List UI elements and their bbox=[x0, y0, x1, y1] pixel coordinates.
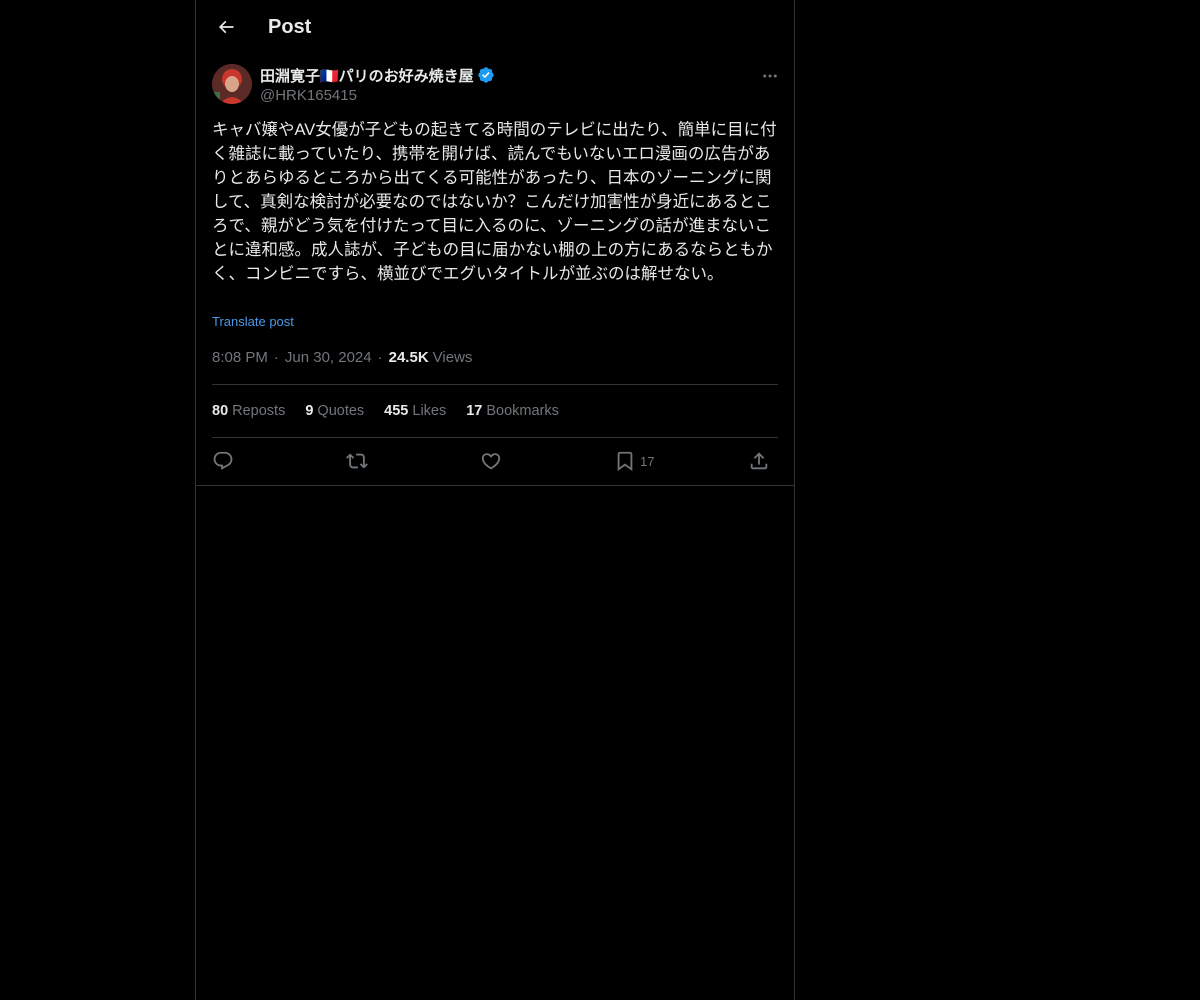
bookmarks-stat[interactable]: 17 Bookmarks bbox=[466, 401, 559, 421]
share-icon bbox=[748, 450, 770, 472]
verified-badge-icon[interactable] bbox=[477, 66, 495, 84]
action-bar: 17 bbox=[212, 446, 782, 476]
likes-stat[interactable]: 455 Likes bbox=[384, 401, 446, 421]
more-options-button[interactable] bbox=[756, 62, 784, 90]
author-handle[interactable]: @HRK165415 bbox=[260, 86, 495, 106]
post-text: キャバ嬢やAV女優が子どもの起きてる時間のテレビに出たり、簡単に目に付く雑誌に載… bbox=[212, 121, 777, 283]
views-label: Views bbox=[432, 349, 473, 366]
post-bottom-border bbox=[196, 485, 794, 486]
post-date[interactable]: Jun 30, 2024 bbox=[285, 348, 372, 368]
reposts-stat[interactable]: 80 Reposts bbox=[212, 401, 285, 421]
page-title: Post bbox=[268, 16, 312, 38]
author-name-row: 田淵寛子🇫🇷パリのお好み焼き屋 bbox=[260, 64, 495, 86]
reposts-label: Reposts bbox=[232, 403, 286, 419]
author-name[interactable]: 田淵寛子🇫🇷パリのお好み焼き屋 bbox=[260, 65, 474, 86]
bookmarks-count: 17 bbox=[466, 403, 483, 419]
arrow-left-icon bbox=[216, 17, 236, 37]
quotes-label: Quotes bbox=[317, 403, 365, 419]
back-button[interactable] bbox=[208, 9, 244, 45]
like-button[interactable] bbox=[480, 446, 502, 476]
reply-icon bbox=[212, 450, 234, 472]
reply-button[interactable] bbox=[212, 446, 234, 476]
repost-icon bbox=[346, 450, 368, 472]
bookmarks-label: Bookmarks bbox=[486, 403, 559, 419]
engagement-stats: 80 Reposts 9 Quotes 455 Likes 17 Bookmarks bbox=[212, 401, 579, 421]
post-time[interactable]: 8:08 PM bbox=[212, 348, 268, 368]
avatar[interactable] bbox=[212, 64, 252, 104]
heart-icon bbox=[480, 450, 502, 472]
primary-column: Post 田淵寛子🇫🇷パリのお好み焼き屋 @HRK165415 キャバ嬢やAV女… bbox=[195, 0, 795, 1000]
meta-separator: · bbox=[377, 349, 383, 366]
likes-label: Likes bbox=[412, 403, 447, 419]
repost-button[interactable] bbox=[346, 446, 368, 476]
meta-separator: · bbox=[273, 349, 279, 366]
bookmark-count: 17 bbox=[640, 453, 655, 469]
quotes-stat[interactable]: 9 Quotes bbox=[305, 401, 364, 421]
share-button[interactable] bbox=[748, 446, 770, 476]
views-count: 24.5K bbox=[388, 349, 429, 366]
author-block: 田淵寛子🇫🇷パリのお好み焼き屋 @HRK165415 bbox=[260, 64, 495, 106]
more-dots-icon bbox=[761, 67, 779, 85]
reposts-count: 80 bbox=[212, 403, 229, 419]
divider bbox=[212, 384, 778, 385]
likes-count: 455 bbox=[384, 403, 409, 419]
translate-post-link[interactable]: Translate post bbox=[212, 313, 294, 331]
divider bbox=[212, 437, 778, 438]
post-meta: 8:08 PM · Jun 30, 2024 · 24.5K Views bbox=[212, 348, 472, 368]
top-bar: Post bbox=[196, 0, 794, 54]
quotes-count: 9 bbox=[305, 403, 314, 419]
bookmark-button[interactable]: 17 bbox=[614, 446, 654, 476]
bookmark-icon bbox=[614, 450, 636, 472]
